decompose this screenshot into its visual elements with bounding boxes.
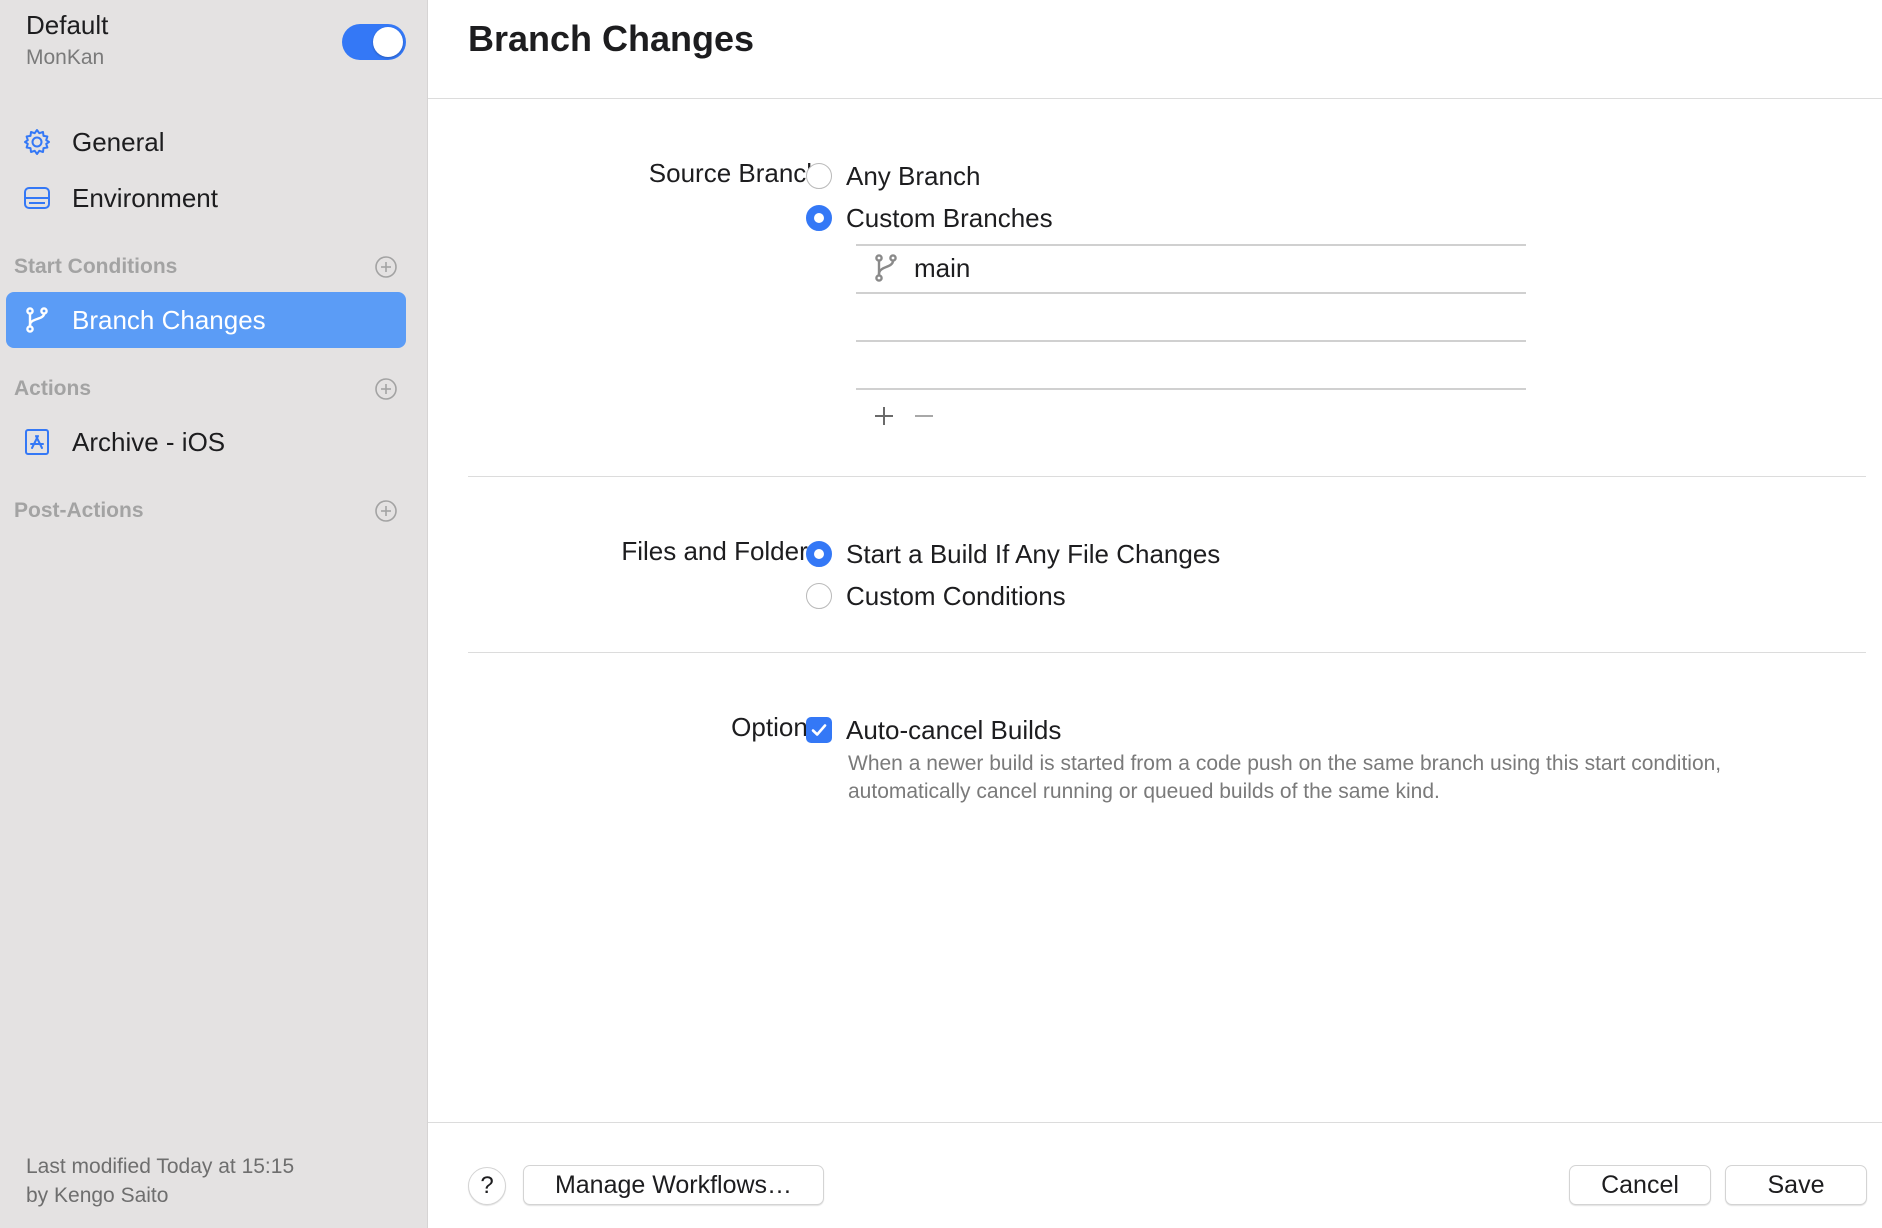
add-start-condition-icon[interactable] [374,255,398,279]
files-and-folders-label: Files and Folders: [621,536,828,566]
sidebar: Default MonKan General Environment Start… [0,0,428,1228]
section-label: Actions [14,377,92,400]
add-branch-icon[interactable] [868,400,900,432]
sidebar-item-general[interactable]: General [6,114,406,170]
section-label: Post-Actions [14,499,144,522]
divider [468,476,1866,477]
divider [468,652,1866,653]
divider [856,388,1526,390]
radio-custom-branches[interactable]: Custom Branches [806,201,1053,235]
sidebar-item-branch-changes[interactable]: Branch Changes [6,292,406,348]
source-branch-label: Source Branch: [648,158,828,188]
remove-branch-icon[interactable] [908,400,940,432]
help-button[interactable]: ? [468,1167,506,1205]
start-conditions-header: Start Conditions [14,252,398,282]
add-action-icon[interactable] [374,377,398,401]
radio-label: Start a Build If Any File Changes [846,538,1221,569]
section-label: Start Conditions [14,255,178,278]
branch-list-controls [868,400,948,432]
save-button[interactable]: Save [1725,1165,1867,1205]
radio-label: Any Branch [846,160,981,191]
checkbox-label: Auto-cancel Builds [846,714,1062,745]
divider [428,1122,1882,1123]
cancel-button[interactable]: Cancel [1569,1165,1711,1205]
radio-custom-conditions[interactable]: Custom Conditions [806,579,1066,613]
server-icon [20,181,54,215]
auto-cancel-checkbox-row[interactable]: Auto-cancel Builds [806,713,1061,747]
auto-cancel-checkbox[interactable] [806,717,832,743]
toggle-knob [373,27,403,57]
last-modified-info: Last modified Today at 15:15 by Kengo Sa… [26,1152,294,1210]
manage-workflows-button[interactable]: Manage Workflows… [523,1165,824,1205]
divider [428,98,1882,99]
radio-button[interactable] [806,583,832,609]
page-title: Branch Changes [468,18,755,59]
sidebar-item-label: Branch Changes [72,304,266,335]
radio-label: Custom Branches [846,202,1053,233]
branch-icon [20,303,54,337]
gear-icon [20,125,54,159]
actions-header: Actions [14,374,398,404]
radio-button[interactable] [806,205,832,231]
divider [856,292,1526,294]
last-modified-author: by Kengo Saito [26,1184,169,1207]
radio-any-file-changes[interactable]: Start a Build If Any File Changes [806,537,1220,571]
sidebar-item-label: General [72,126,165,157]
sidebar-item-archive-ios[interactable]: Archive - iOS [6,414,406,470]
branch-icon [870,250,902,286]
workflow-enabled-toggle[interactable] [342,24,406,60]
workflow-name: Default [26,10,109,40]
sidebar-item-environment[interactable]: Environment [6,170,406,226]
radio-button[interactable] [806,541,832,567]
sidebar-item-label: Archive - iOS [72,426,226,457]
radio-label: Custom Conditions [846,580,1066,611]
main-panel: Branch Changes Source Branch: Any Branch… [428,0,1882,1228]
app-store-icon [20,425,54,459]
workflow-product: MonKan [26,46,105,69]
add-post-action-icon[interactable] [374,499,398,523]
post-actions-header: Post-Actions [14,496,398,526]
last-modified-line: Last modified Today at 15:15 [26,1155,295,1178]
branch-row-main[interactable]: main [856,244,1526,292]
sidebar-item-label: Environment [72,182,218,213]
divider [856,340,1526,342]
branch-name: main [914,252,971,283]
auto-cancel-description: When a newer build is started from a cod… [848,752,1722,803]
radio-button[interactable] [806,163,832,189]
radio-any-branch[interactable]: Any Branch [806,159,980,193]
